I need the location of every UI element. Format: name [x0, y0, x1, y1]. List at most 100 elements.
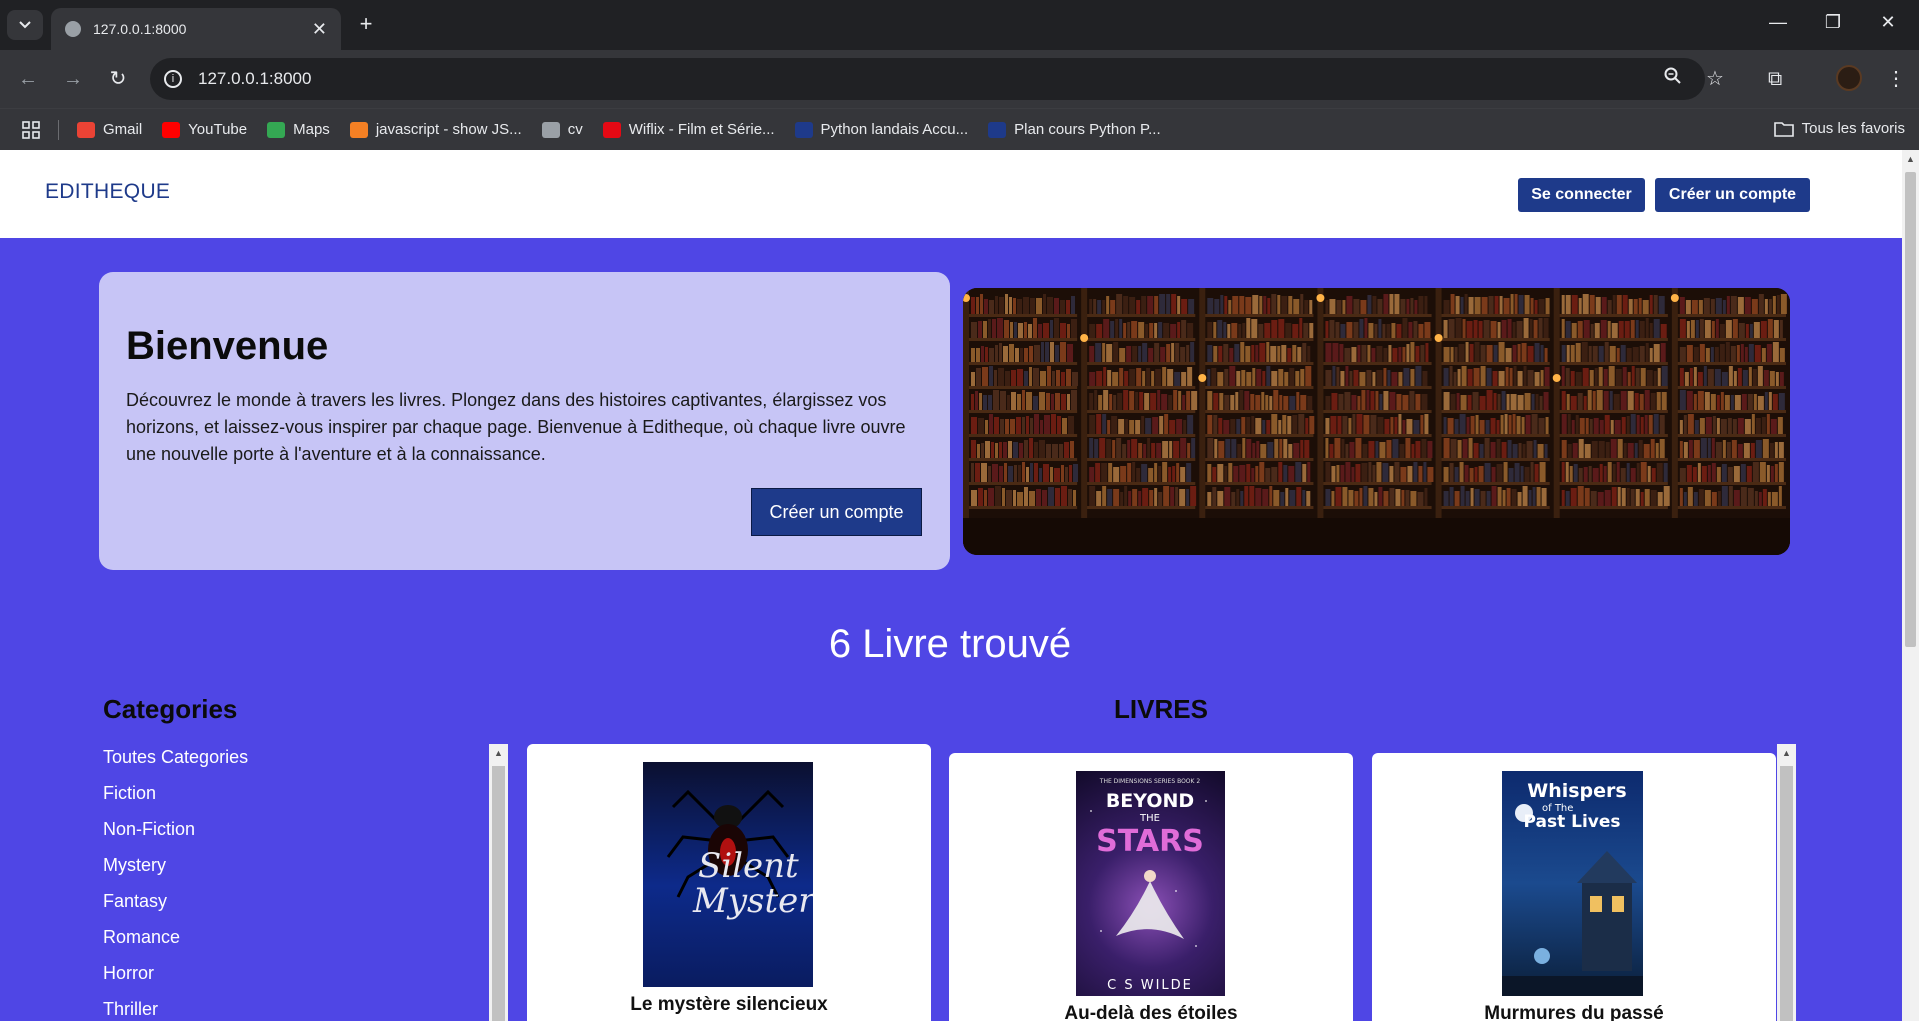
library-hero-image: [963, 288, 1790, 555]
browser-tabstrip: 127.0.0.1:8000 ✕ + — ❐ ✕: [0, 0, 1919, 50]
book-title: Murmures du passé: [1484, 1003, 1664, 1021]
hero-signup-button[interactable]: Créer un compte: [751, 488, 922, 536]
zoom-icon[interactable]: [1664, 58, 1682, 100]
book-cover: Silent Mystery: [643, 762, 813, 987]
scroll-up-icon[interactable]: ▲: [1906, 154, 1915, 164]
bookmark-label: Plan cours Python P...: [1014, 121, 1161, 138]
browser-toolbar: ← → ↻ i 127.0.0.1:8000 ☆ ⧉ ⋮: [0, 50, 1919, 108]
book-title: Le mystère silencieux: [630, 994, 828, 1015]
minimize-icon[interactable]: —: [1763, 12, 1793, 33]
cover-title-line-1: Whispers: [1527, 780, 1626, 802]
url-text: 127.0.0.1:8000: [198, 69, 312, 88]
cover-title-line-3: Past Lives: [1523, 812, 1620, 832]
bookmark-item[interactable]: Wiflix - Film et Série...: [602, 121, 775, 138]
category-link[interactable]: Fiction: [103, 781, 248, 817]
cover-author: C S WILDE: [1107, 978, 1193, 993]
cover-title-line-3: STARS: [1096, 824, 1204, 859]
bookmark-item[interactable]: javascript - show JS...: [349, 121, 522, 138]
welcome-title: Bienvenue: [126, 324, 329, 368]
globe-icon: [65, 21, 81, 37]
forward-icon[interactable]: →: [60, 66, 86, 92]
tab-search-button[interactable]: [7, 10, 43, 40]
category-link[interactable]: Thriller: [103, 997, 248, 1021]
all-bookmarks-label: Tous les favoris: [1801, 120, 1905, 137]
scrollbar-thumb[interactable]: [1780, 766, 1793, 1021]
category-link[interactable]: Horror: [103, 961, 248, 997]
folder-icon: [1773, 121, 1794, 137]
site-logo[interactable]: EDITHEQUE: [45, 180, 170, 204]
bookmark-label: YouTube: [188, 121, 248, 138]
bookmark-item[interactable]: Maps: [267, 121, 330, 138]
profile-avatar[interactable]: [1836, 65, 1862, 91]
welcome-card: Bienvenue Découvrez le monde à travers l…: [99, 272, 950, 570]
bookmark-item[interactable]: Python landais Accu...: [794, 121, 969, 138]
wiflix-icon: [602, 121, 621, 138]
category-link[interactable]: Mystery: [103, 853, 248, 889]
chevron-down-icon: [19, 21, 31, 29]
bookmark-label: Wiflix - Film et Série...: [628, 121, 775, 138]
book-card[interactable]: THE DIMENSIONS SERIES BOOK 2 BEYOND THE …: [949, 753, 1353, 1021]
extensions-icon[interactable]: ⧉: [1768, 58, 1782, 100]
maps-icon: [267, 121, 286, 138]
book-title: Au-delà des étoiles: [1064, 1003, 1238, 1021]
youtube-icon: [162, 121, 181, 138]
bookmark-label: javascript - show JS...: [375, 121, 522, 138]
page-scrollbar-thumb[interactable]: [1905, 172, 1916, 647]
apps-icon[interactable]: [22, 120, 40, 139]
scroll-up-icon[interactable]: ▲: [1782, 748, 1791, 758]
restore-icon[interactable]: ❐: [1818, 12, 1848, 33]
bookmarks-divider: [58, 119, 59, 140]
cover-series: THE DIMENSIONS SERIES BOOK 2: [1099, 778, 1201, 785]
close-window-icon[interactable]: ✕: [1873, 12, 1903, 33]
tab-title: 127.0.0.1:8000: [93, 21, 187, 37]
new-tab-button[interactable]: +: [354, 12, 378, 36]
category-link[interactable]: Fantasy: [103, 889, 248, 925]
book-cover: THE DIMENSIONS SERIES BOOK 2 BEYOND THE …: [1076, 771, 1225, 996]
cover-title-line-1: BEYOND: [1106, 790, 1194, 812]
stackoverflow-icon: [349, 121, 368, 138]
back-icon[interactable]: ←: [15, 66, 41, 92]
site-header: EDITHEQUE Se connecter Créer un compte: [0, 150, 1902, 238]
login-button[interactable]: Se connecter: [1518, 178, 1645, 212]
close-tab-icon[interactable]: ✕: [312, 19, 327, 40]
gmail-icon: [77, 121, 95, 138]
browser-tab[interactable]: 127.0.0.1:8000 ✕: [51, 8, 341, 50]
cover-title-line-2: Mystery: [692, 881, 813, 921]
bookmark-item[interactable]: Plan cours Python P...: [988, 121, 1161, 138]
bookmark-label: Gmail: [103, 121, 143, 138]
category-link[interactable]: Romance: [103, 925, 248, 961]
site-info-icon[interactable]: i: [164, 70, 182, 88]
bookmark-label: cv: [567, 121, 583, 138]
book-card[interactable]: Silent Mystery Le mystère silencieux: [527, 744, 931, 1021]
signup-button[interactable]: Créer un compte: [1655, 178, 1810, 212]
page-viewport: EDITHEQUE Se connecter Créer un compte B…: [0, 150, 1902, 1021]
page-scrollbar[interactable]: ▲: [1902, 150, 1919, 1021]
python-icon: [794, 121, 813, 138]
scroll-up-icon[interactable]: ▲: [494, 748, 503, 758]
bookmark-star-icon[interactable]: ☆: [1706, 58, 1724, 100]
book-cover: Whispers of The Past Lives: [1502, 771, 1643, 996]
bookmark-item[interactable]: cv: [541, 121, 583, 138]
address-bar[interactable]: i 127.0.0.1:8000: [150, 58, 1705, 100]
scrollbar-thumb[interactable]: [492, 766, 505, 1021]
category-link[interactable]: Non-Fiction: [103, 817, 248, 853]
bookmark-item[interactable]: Gmail: [77, 121, 142, 138]
python-icon: [988, 121, 1007, 138]
welcome-text: Découvrez le monde à travers les livres.…: [126, 390, 906, 464]
bookmarks-bar: Gmail YouTube Maps javascript - show JS... c…: [0, 108, 1919, 150]
reload-icon[interactable]: ↻: [105, 66, 131, 92]
cover-title-line-2: THE: [1139, 813, 1160, 824]
menu-kebab-icon[interactable]: ⋮: [1886, 58, 1906, 100]
globe-icon: [541, 121, 560, 138]
books-title: LIVRES: [1114, 694, 1208, 724]
category-link[interactable]: Toutes Categories: [103, 745, 248, 781]
book-card[interactable]: Whispers of The Past Lives Murmures du p…: [1372, 753, 1776, 1021]
all-bookmarks-folder[interactable]: Tous les favoris: [1773, 120, 1905, 137]
bookmark-item[interactable]: YouTube: [162, 121, 247, 138]
category-list: Toutes Categories Fiction Non-Fiction Myste…: [103, 745, 248, 1021]
bookmark-list: Gmail YouTube Maps javascript - show JS... c…: [77, 121, 1181, 138]
books-scrollbar[interactable]: ▲: [1777, 744, 1796, 1021]
bookmark-label: Python landais Accu...: [820, 121, 969, 138]
category-scrollbar[interactable]: ▲: [489, 744, 508, 1021]
cover-title-line-1: Silent: [698, 846, 799, 886]
